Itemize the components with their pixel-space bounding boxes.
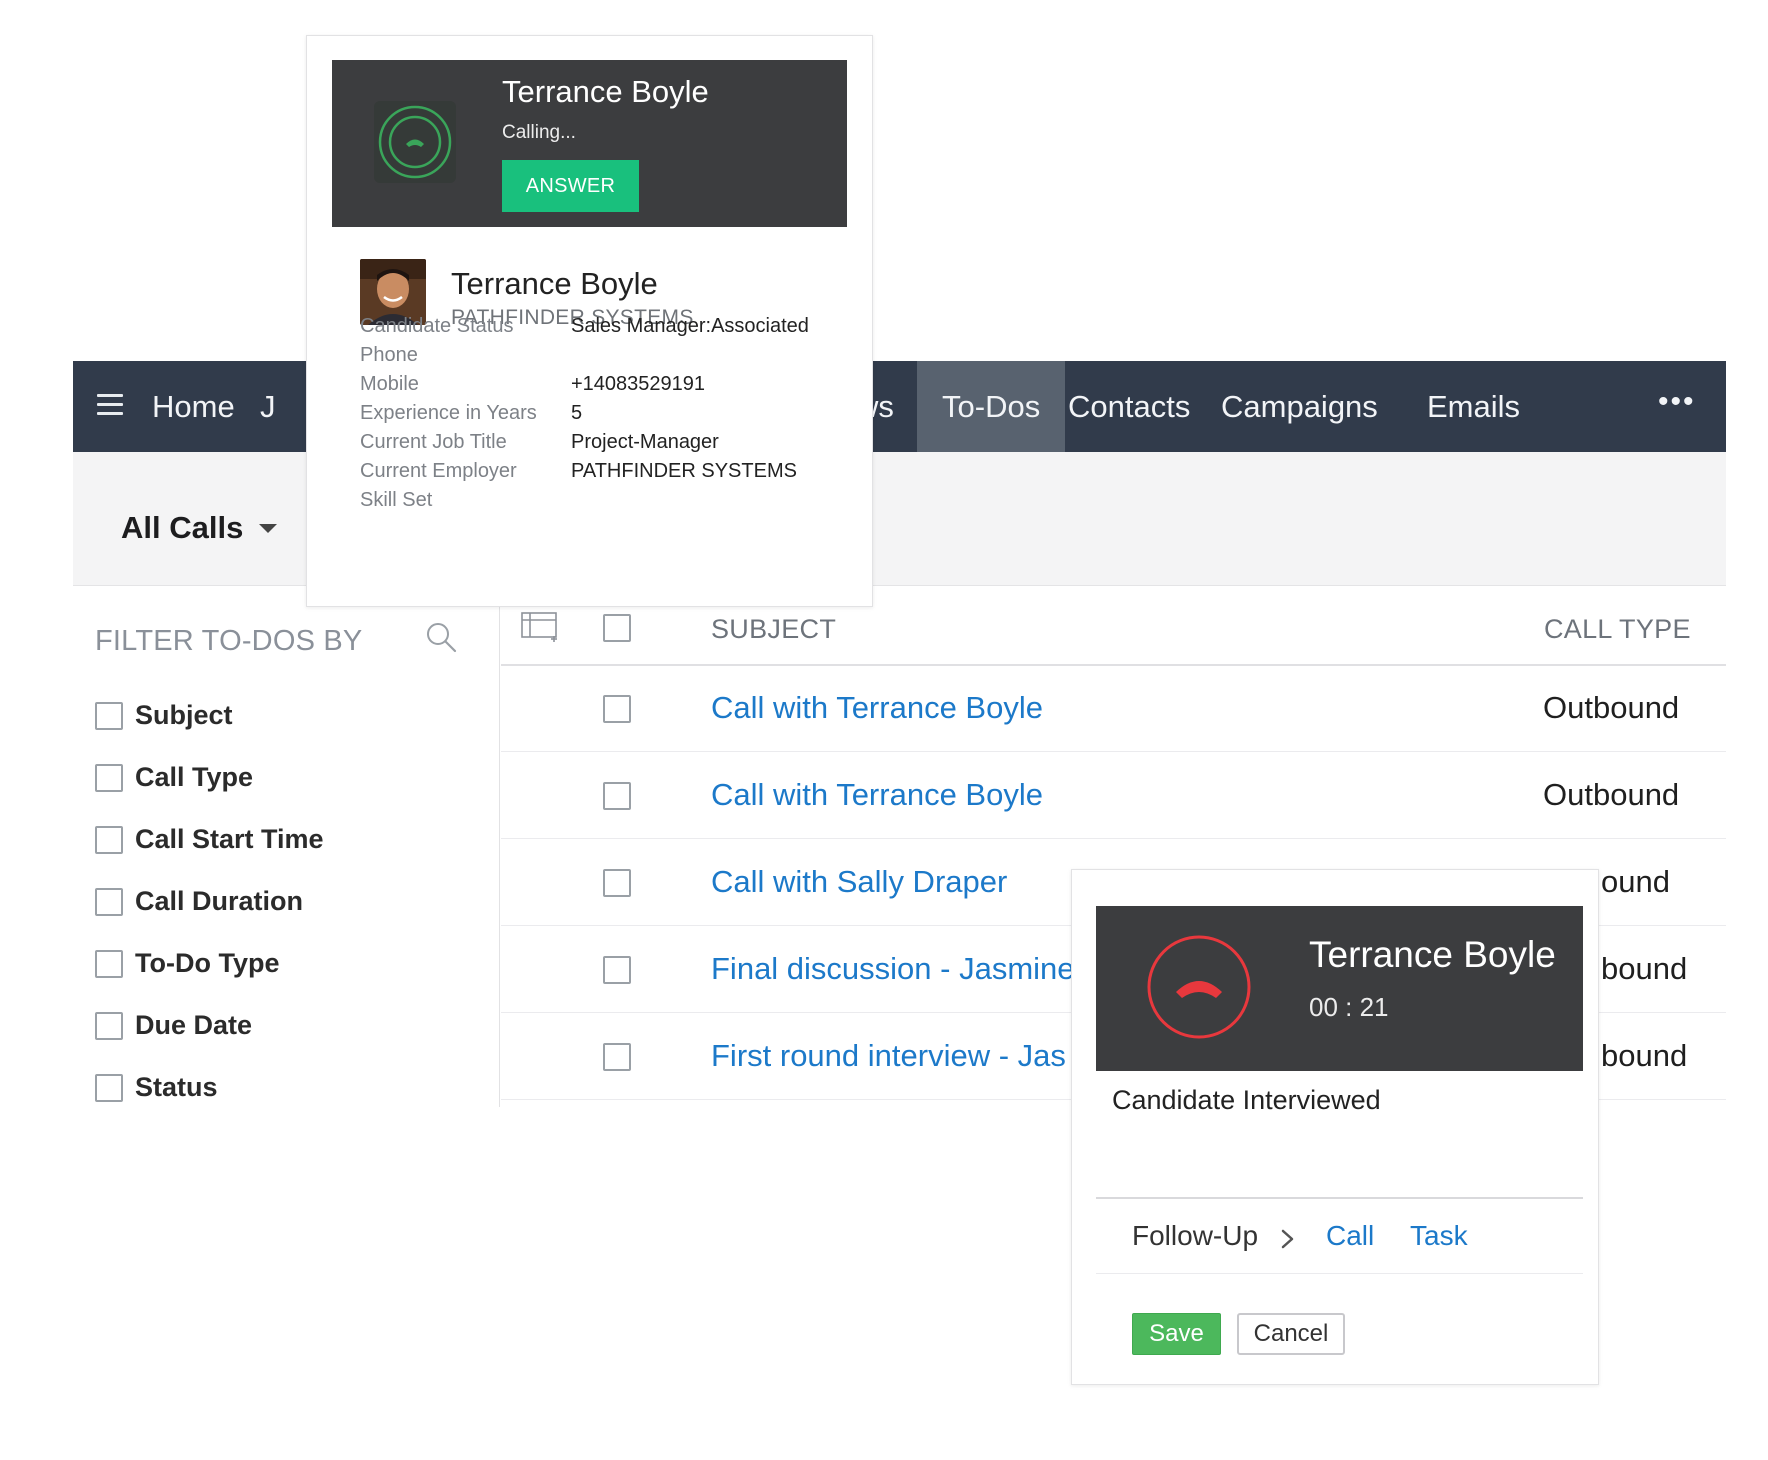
divider: [1096, 1273, 1583, 1274]
detail-candidate-status: Candidate Status Sales Manager:Associate…: [360, 315, 860, 345]
detail-employer: Current Employer PATHFINDER SYSTEMS: [360, 460, 860, 490]
detail-mobile: Mobile +14083529191: [360, 373, 860, 403]
incoming-call-popup: Terrance Boyle Calling... ANSWER Terranc…: [306, 35, 873, 607]
detail-label: Candidate Status: [360, 315, 514, 337]
row-call-type: Outbound: [1543, 777, 1680, 812]
caller-name: Terrance Boyle: [1309, 934, 1556, 975]
chevron-right-icon: [1281, 1229, 1294, 1249]
incoming-call-header: Terrance Boyle Calling... ANSWER: [332, 60, 847, 227]
filter-label: Call Duration: [135, 886, 304, 916]
detail-value: 5: [571, 402, 583, 424]
detail-label: Current Employer: [360, 460, 517, 482]
followup-task-link[interactable]: Task: [1410, 1220, 1468, 1252]
filter-checkbox[interactable]: [95, 1012, 123, 1040]
hamburger-icon[interactable]: [97, 394, 123, 416]
detail-label: Skill Set: [360, 489, 433, 511]
row-subject-link[interactable]: Call with Terrance Boyle: [711, 690, 1043, 726]
more-icon[interactable]: •••: [1658, 387, 1696, 417]
filter-label: Status: [135, 1072, 218, 1102]
save-button[interactable]: Save: [1132, 1313, 1221, 1355]
row-call-type: bound: [1601, 951, 1688, 986]
active-call-popup: Terrance Boyle 00 : 21 Candidate Intervi…: [1071, 869, 1599, 1385]
phone-ring-icon: [374, 101, 456, 183]
filter-item-status[interactable]: Status: [95, 1072, 218, 1106]
column-header-call-type[interactable]: CALL TYPE: [1544, 614, 1691, 645]
detail-value: +14083529191: [571, 373, 706, 395]
contact-name[interactable]: Terrance Boyle: [451, 266, 658, 302]
filter-checkbox[interactable]: [95, 764, 123, 792]
column-settings-icon[interactable]: [521, 612, 561, 642]
caller-name: Terrance Boyle: [502, 74, 709, 109]
detail-label: Mobile: [360, 373, 419, 395]
chevron-down-icon[interactable]: [259, 524, 277, 533]
filter-item-call-start-time[interactable]: Call Start Time: [95, 824, 324, 858]
row-subject-link[interactable]: Call with Sally Draper: [711, 864, 1007, 900]
filter-checkbox[interactable]: [95, 888, 123, 916]
filter-checkbox[interactable]: [95, 950, 123, 978]
filter-label: Subject: [135, 700, 233, 730]
table-row[interactable]: Call with Terrance Boyle Outbound: [501, 666, 1726, 752]
filter-label: Due Date: [135, 1010, 253, 1040]
detail-label: Phone: [360, 344, 418, 366]
filter-item-call-type[interactable]: Call Type: [95, 762, 253, 796]
row-checkbox[interactable]: [603, 782, 631, 810]
row-checkbox[interactable]: [603, 1043, 631, 1071]
select-all-checkbox[interactable]: [603, 614, 631, 642]
row-checkbox[interactable]: [603, 956, 631, 984]
cancel-button[interactable]: Cancel: [1237, 1313, 1345, 1355]
row-subject-link[interactable]: Final discussion - Jasmine: [711, 951, 1075, 987]
call-timer: 00 : 21: [1309, 992, 1389, 1022]
row-subject-link[interactable]: Call with Terrance Boyle: [711, 777, 1043, 813]
table-row[interactable]: Call with Terrance Boyle Outbound: [501, 753, 1726, 839]
nav-item-campaigns[interactable]: Campaigns: [1221, 361, 1378, 452]
filter-label: To-Do Type: [135, 948, 280, 978]
filter-label: Call Start Time: [135, 824, 324, 854]
row-call-type: ound: [1601, 864, 1670, 899]
filter-item-subject[interactable]: Subject: [95, 700, 233, 734]
hangup-icon[interactable]: [1146, 934, 1252, 1040]
row-call-type: Outbound: [1543, 690, 1680, 725]
filter-title: FILTER TO-DOS BY: [95, 625, 363, 657]
nav-item-home[interactable]: Home: [152, 361, 235, 452]
detail-value: PATHFINDER SYSTEMS: [571, 460, 797, 482]
row-subject-link[interactable]: First round interview - Jas: [711, 1038, 1066, 1074]
detail-label: Experience in Years: [360, 402, 537, 424]
filter-checkbox[interactable]: [95, 1074, 123, 1102]
followup-label: Follow-Up: [1132, 1220, 1259, 1251]
row-checkbox[interactable]: [603, 869, 631, 897]
followup-call-link[interactable]: Call: [1326, 1220, 1374, 1252]
active-call-header: Terrance Boyle 00 : 21: [1096, 906, 1583, 1071]
detail-skill-set: Skill Set: [360, 489, 860, 519]
nav-item-todos[interactable]: To-Dos: [917, 361, 1066, 452]
filter-item-todo-type[interactable]: To-Do Type: [95, 948, 279, 982]
nav-item-jobs[interactable]: J: [260, 361, 276, 452]
detail-experience: Experience in Years 5: [360, 402, 860, 432]
detail-label: Current Job Title: [360, 431, 507, 453]
filter-checkbox[interactable]: [95, 702, 123, 730]
view-selector[interactable]: All Calls: [121, 510, 243, 546]
row-call-type: bound: [1601, 1038, 1688, 1073]
detail-value: Sales Manager:Associated: [571, 315, 809, 337]
filter-item-call-duration[interactable]: Call Duration: [95, 886, 303, 920]
nav-item-contacts[interactable]: Contacts: [1068, 361, 1190, 452]
detail-phone: Phone: [360, 344, 860, 374]
column-header-subject[interactable]: SUBJECT: [711, 614, 836, 645]
divider: [1096, 1197, 1583, 1199]
detail-job-title: Current Job Title Project-Manager: [360, 431, 860, 461]
detail-value: Project-Manager: [571, 431, 719, 453]
nav-item-emails[interactable]: Emails: [1427, 361, 1520, 452]
answer-button[interactable]: ANSWER: [502, 160, 639, 212]
filter-sidebar: FILTER TO-DOS BY Subject Call Type Call …: [73, 587, 500, 1107]
call-notes[interactable]: Candidate Interviewed: [1112, 1085, 1381, 1116]
row-checkbox[interactable]: [603, 695, 631, 723]
filter-label: Call Type: [135, 762, 254, 792]
filter-item-due-date[interactable]: Due Date: [95, 1010, 252, 1044]
search-icon[interactable]: [425, 621, 457, 653]
call-status: Calling...: [502, 122, 576, 143]
filter-checkbox[interactable]: [95, 826, 123, 854]
